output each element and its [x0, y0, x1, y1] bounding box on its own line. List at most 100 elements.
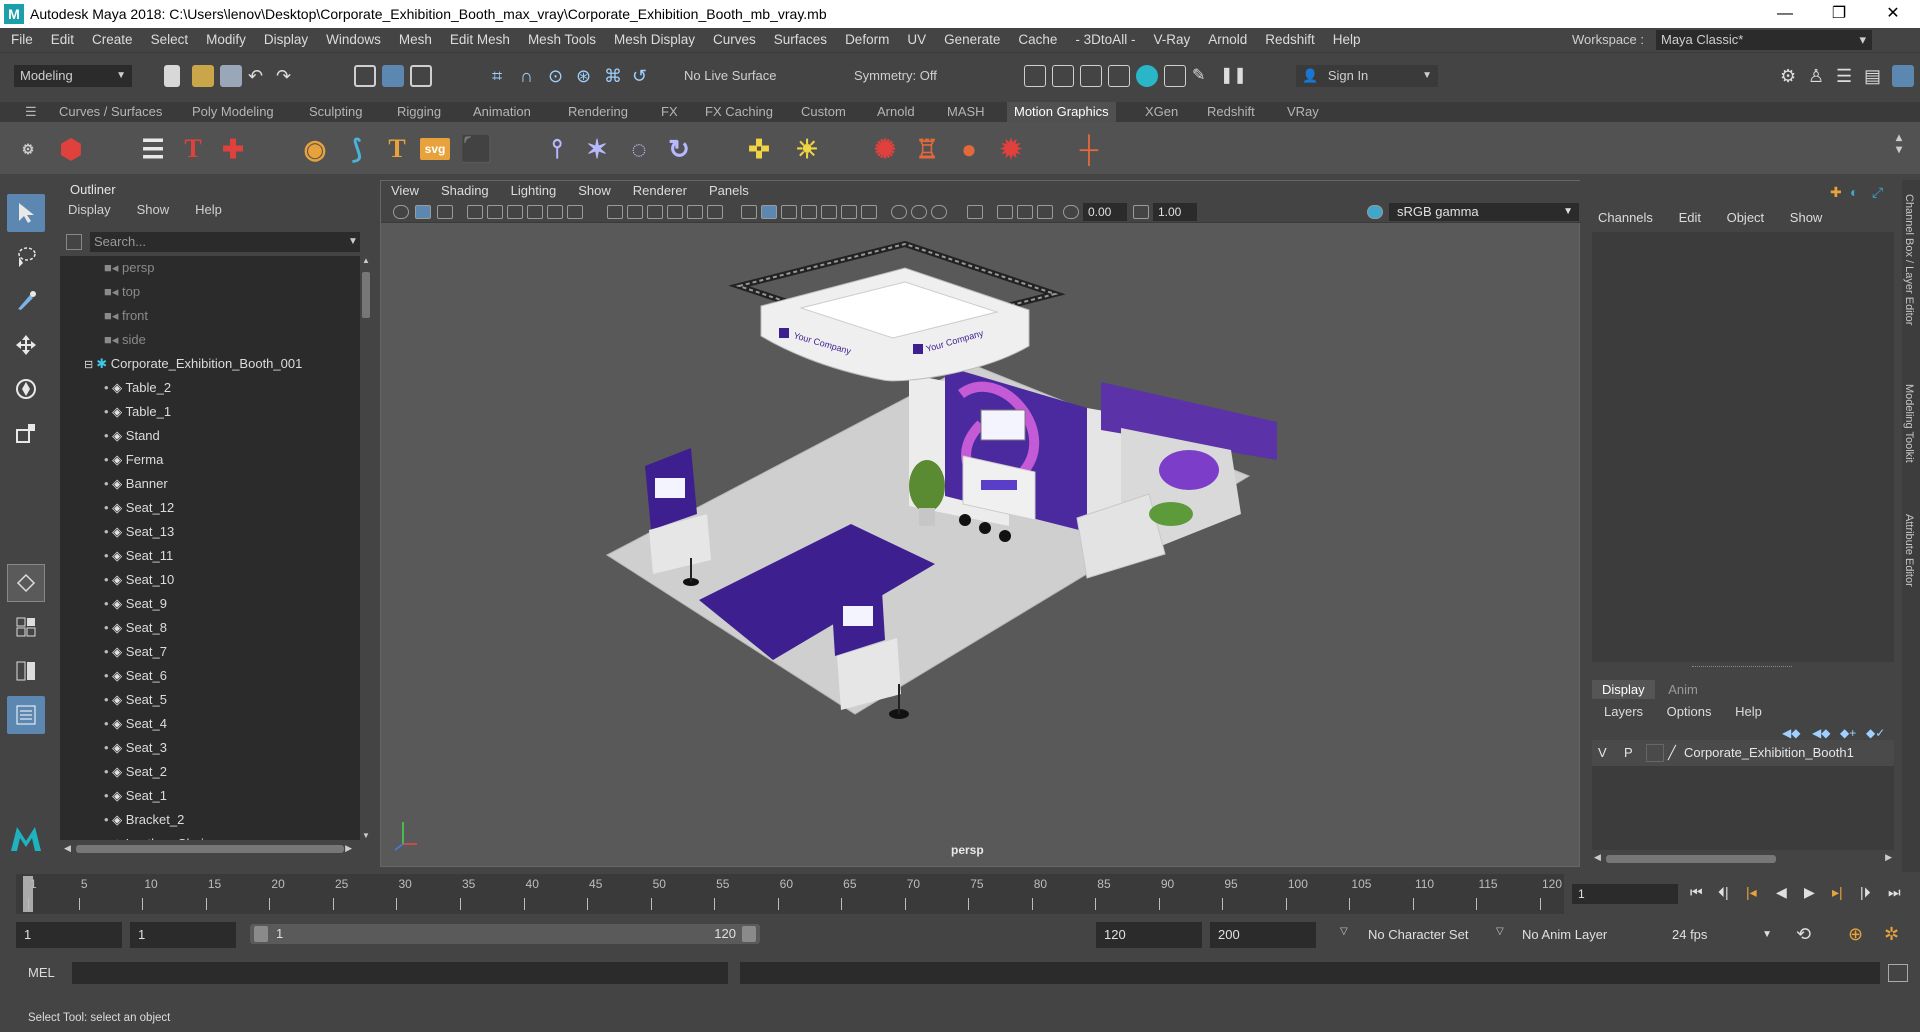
svg-tool-icon[interactable]: svg: [420, 138, 450, 160]
xray-icon[interactable]: [707, 205, 723, 219]
channel-menu-object[interactable]: Object: [1727, 210, 1765, 225]
gamma-icon[interactable]: [1133, 205, 1149, 219]
viewport-menu-shading[interactable]: Shading: [441, 181, 501, 201]
outliner-item[interactable]: • ◈ Seat_3: [104, 736, 167, 760]
time-slider-track[interactable]: 1 5 10 15 20 25 30 35 40 45 50 55 60 65 70 75 80 85 90 95 10…: [16, 874, 1564, 914]
viewport-menu-renderer[interactable]: Renderer: [633, 181, 699, 201]
command-input[interactable]: [72, 962, 728, 984]
select-object-icon[interactable]: [382, 65, 404, 87]
step-back-frame-icon[interactable]: ⏴|: [1718, 884, 1729, 901]
drop-icon[interactable]: ●: [952, 132, 986, 166]
outliner-item[interactable]: • ◈ Seat_9: [104, 592, 167, 616]
grease-pencil-icon[interactable]: [507, 205, 523, 219]
snap-grid-icon[interactable]: ⌗: [492, 65, 514, 87]
safe-action-icon[interactable]: [647, 205, 663, 219]
channel-box-toggle-icon[interactable]: [1892, 65, 1914, 87]
snap-live-icon[interactable]: ↺: [632, 65, 654, 87]
playback-start-field[interactable]: 1: [130, 922, 236, 948]
outliner-item[interactable]: • ◈ Seat_2: [104, 760, 167, 784]
menu-edit-mesh[interactable]: Edit Mesh: [441, 28, 519, 52]
grass-icon[interactable]: ✶: [580, 132, 614, 166]
menu-mesh[interactable]: Mesh: [390, 28, 441, 52]
shelf-tab-mash[interactable]: MASH: [940, 102, 992, 122]
viewport-menu-panels[interactable]: Panels: [709, 181, 761, 201]
snap-curve-icon[interactable]: ∩: [520, 65, 542, 87]
go-to-end-icon[interactable]: ⏭: [1888, 884, 1901, 901]
select-component-icon[interactable]: [410, 65, 432, 87]
ipr-render-icon[interactable]: [1080, 65, 1102, 87]
light-move-icon[interactable]: ✜: [742, 132, 776, 166]
close-button[interactable]: ✕: [1866, 0, 1920, 28]
hair-icon[interactable]: ⫯: [540, 132, 574, 166]
shelf-tab-poly-modeling[interactable]: Poly Modeling: [185, 102, 281, 122]
render-sequence-icon[interactable]: [1052, 65, 1074, 87]
outliner-vertical-scrollbar[interactable]: ▲ ▼: [360, 256, 372, 840]
filter-icon[interactable]: [66, 234, 82, 250]
color-management-icon[interactable]: [1367, 205, 1383, 219]
outliner-item-persp[interactable]: ■◂ persp: [104, 256, 155, 280]
shelf-tab-rendering[interactable]: Rendering: [561, 102, 635, 122]
channel-menu-edit[interactable]: Edit: [1679, 210, 1701, 225]
side-tab-channel-box[interactable]: Channel Box / Layer Editor: [1903, 194, 1915, 325]
sphere-icon[interactable]: ◉: [298, 132, 332, 166]
sign-in-button[interactable]: 👤 Sign In ▼: [1296, 65, 1438, 87]
splitter-handle[interactable]: [1692, 666, 1792, 668]
crosshair-icon[interactable]: ┼: [1072, 132, 1106, 166]
single-perspective-layout-icon[interactable]: [7, 564, 45, 602]
step-back-key-icon[interactable]: |◂: [1746, 884, 1757, 901]
vray-render-icon[interactable]: ✎: [1192, 65, 1214, 87]
orbit-icon[interactable]: ◌: [622, 132, 656, 166]
outliner-item-top[interactable]: ■◂ top: [104, 280, 140, 304]
snap-point-icon[interactable]: ⊙: [548, 65, 570, 87]
outliner-item-group[interactable]: ⊟ ✱ Corporate_Exhibition_Booth_001: [84, 352, 302, 376]
anti-aliasing-icon[interactable]: [911, 205, 927, 219]
step-forward-key-icon[interactable]: ▸|: [1832, 884, 1843, 901]
viewport-canvas[interactable]: Your Company Your Company: [381, 224, 1579, 866]
menu-modify[interactable]: Modify: [197, 28, 255, 52]
shelf-tab-sculpting[interactable]: Sculpting: [302, 102, 369, 122]
shadows-icon[interactable]: [841, 205, 857, 219]
snap-surface-icon[interactable]: ⌘: [604, 65, 626, 87]
rotate-tool-icon[interactable]: [7, 370, 45, 408]
isolate-select-icon[interactable]: [687, 205, 703, 219]
menu-surfaces[interactable]: Surfaces: [765, 28, 836, 52]
exposure-field[interactable]: 0.00: [1083, 203, 1127, 221]
anim-layer-dropdown[interactable]: No Anim Layer: [1514, 922, 1646, 948]
menu-mesh-display[interactable]: Mesh Display: [605, 28, 704, 52]
outliner-item[interactable]: • ◈ Seat_13: [104, 520, 174, 544]
fps-dropdown[interactable]: 24 fps ▼: [1664, 922, 1780, 948]
text-icon[interactable]: T: [380, 132, 414, 166]
menu-windows[interactable]: Windows: [317, 28, 390, 52]
outliner-item[interactable]: • ◈ Bracket_2: [104, 808, 184, 832]
range-start-handle[interactable]: [254, 926, 268, 942]
persp-outliner-layout-icon[interactable]: [7, 652, 45, 690]
move-layer-down-icon[interactable]: ◀◆: [1812, 726, 1830, 740]
smooth-shade-icon[interactable]: [761, 205, 777, 219]
animation-end-field[interactable]: 200: [1210, 922, 1316, 948]
layer-horizontal-scrollbar[interactable]: ◀ ▶: [1592, 852, 1894, 866]
live-surface-field[interactable]: No Live Surface: [678, 65, 810, 87]
shelf-scroll-icon[interactable]: ▴ ▾: [1890, 126, 1908, 160]
tool-settings-icon[interactable]: ▤: [1864, 65, 1886, 87]
layer-row[interactable]: V P ╱ Corporate_Exhibition_Booth1: [1592, 740, 1894, 766]
menu-generate[interactable]: Generate: [935, 28, 1009, 52]
menu-display[interactable]: Display: [255, 28, 317, 52]
shelf-tab-motion-graphics[interactable]: Motion Graphics: [1007, 102, 1116, 122]
new-layer-icon[interactable]: ◆+: [1840, 726, 1856, 740]
range-end-handle[interactable]: [742, 926, 756, 942]
outliner-item-front[interactable]: ■◂ front: [104, 304, 148, 328]
gamma-field[interactable]: 1.00: [1153, 203, 1197, 221]
outliner-item-side[interactable]: ■◂ side: [104, 328, 146, 352]
gate-mask-icon[interactable]: [567, 205, 583, 219]
tab-anim[interactable]: Anim: [1658, 680, 1708, 699]
redo-icon[interactable]: ↷: [276, 65, 298, 87]
shelf-tab-curves-surfaces[interactable]: Curves / Surfaces: [52, 102, 169, 122]
textured-icon[interactable]: [801, 205, 817, 219]
viewport-menu-show[interactable]: Show: [578, 181, 623, 201]
color-space-dropdown[interactable]: sRGB gamma ▼: [1389, 203, 1579, 221]
hypershade-icon[interactable]: [1136, 65, 1158, 87]
outliner-item[interactable]: • ◈ Seat_7: [104, 640, 167, 664]
new-scene-icon[interactable]: [164, 65, 180, 87]
menu-redshift[interactable]: Redshift: [1256, 28, 1324, 52]
lasso-tool-icon[interactable]: [7, 238, 45, 276]
